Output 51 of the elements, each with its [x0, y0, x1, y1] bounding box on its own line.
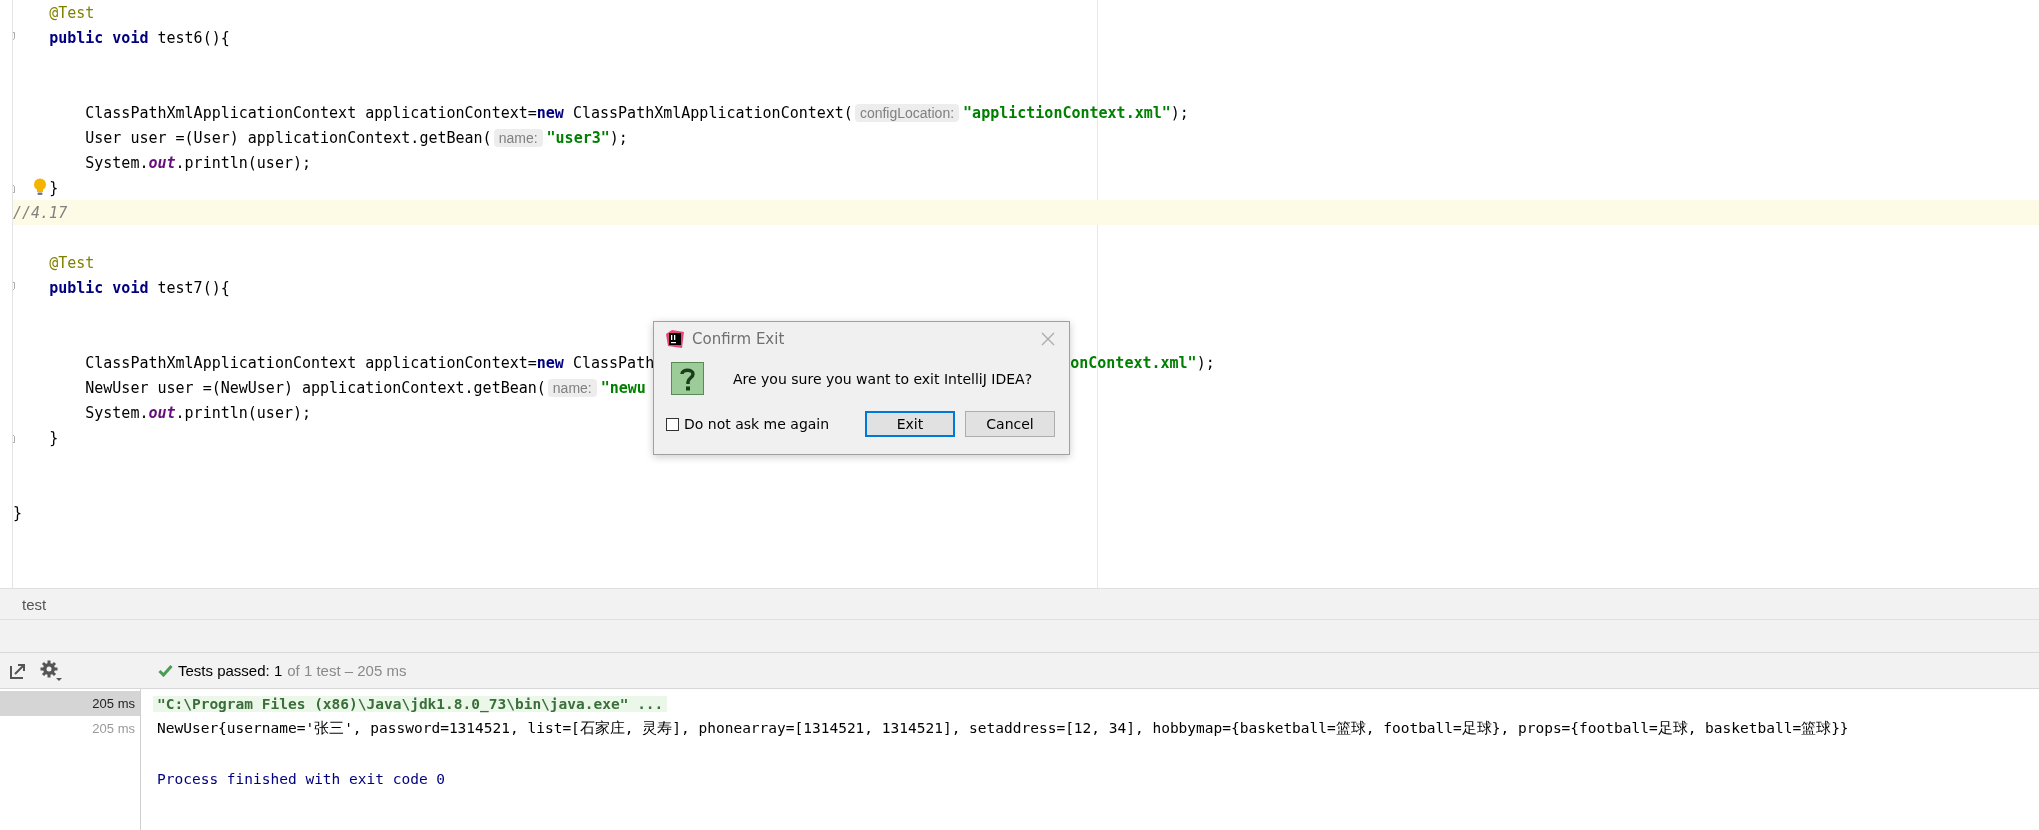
test-summary: of 1 test – 205 ms — [287, 662, 407, 679]
code-token: //4.17 — [13, 203, 68, 222]
code-token: User user =(User) applicationContext.getBean( — [85, 128, 492, 147]
export-icon[interactable] — [9, 661, 27, 680]
code-token: "user3" — [546, 128, 610, 147]
lightbulb-icon[interactable] — [33, 178, 47, 196]
dialog-button[interactable]: Exit — [865, 411, 955, 437]
code-token: test7(){ — [157, 278, 230, 297]
console-line: Process finished with exit code 0 — [157, 770, 446, 787]
dialog-title: Confirm Exit — [692, 330, 786, 348]
code-token: "applictionContext.xml" — [963, 103, 1171, 122]
code-token: } — [49, 178, 59, 197]
code-token: ClassPathXmlApplicationContext applicationContext= — [85, 353, 537, 372]
dialog-button[interactable]: Cancel — [965, 411, 1055, 437]
parameter-hint: configLocation: — [854, 103, 960, 122]
test-duration[interactable]: 205 ms — [92, 696, 135, 711]
do-not-ask-checkbox[interactable]: Do not ask me again — [666, 416, 855, 432]
code-token: System. — [85, 403, 149, 422]
check-icon — [158, 664, 173, 677]
code-token: System. — [85, 153, 149, 172]
code-token: ); — [609, 128, 628, 147]
code-token: ); — [1196, 353, 1215, 372]
code-token: ClassPathXmlApplicationContext( — [572, 103, 853, 122]
code-token: new — [536, 353, 564, 372]
breadcrumb[interactable]: test — [22, 595, 47, 613]
code-token: "newu — [600, 378, 646, 397]
code-token: ); — [1170, 103, 1189, 122]
test-status: Tests passed: 1 — [178, 662, 283, 679]
code-token: ClassPathXmlApplicationContext applicationContext= — [85, 103, 537, 122]
app-logo-icon — [666, 330, 684, 348]
code-token: onContext.xml" — [1070, 353, 1197, 372]
code-token: public void — [49, 28, 150, 47]
code-token: @Test — [49, 253, 95, 272]
code-token: @Test — [49, 3, 95, 22]
code-token: ClassPath — [572, 353, 655, 372]
dialog-message: Are you sure you want to exit IntelliJ IDEA? — [733, 371, 1033, 387]
code-token: NewUser user =(NewUser) applicationContext.getBean( — [85, 378, 546, 397]
code-token: out — [148, 153, 176, 172]
question-icon — [671, 362, 705, 396]
code-token: .println(user); — [175, 153, 312, 172]
code-token: public void — [49, 278, 150, 297]
code-token: test6(){ — [157, 28, 230, 47]
code-token: } — [49, 428, 59, 447]
settings-icon[interactable] — [40, 659, 62, 682]
console-line: NewUser{username='张三', password=1314521, list=[石家庄, 灵寿], phonearray=[1314521, 1314521], setaddress=[12, 34], hobbymap={basketball=篮球, football=足球}, props={football=足球, basketball=篮球}} — [157, 719, 1849, 738]
parameter-hint: name: — [493, 128, 543, 147]
code-token: new — [536, 103, 564, 122]
parameter-hint: name: — [547, 378, 597, 397]
code-token: } — [13, 503, 23, 522]
code-token: out — [148, 403, 176, 422]
code-token: .println(user); — [175, 403, 312, 422]
